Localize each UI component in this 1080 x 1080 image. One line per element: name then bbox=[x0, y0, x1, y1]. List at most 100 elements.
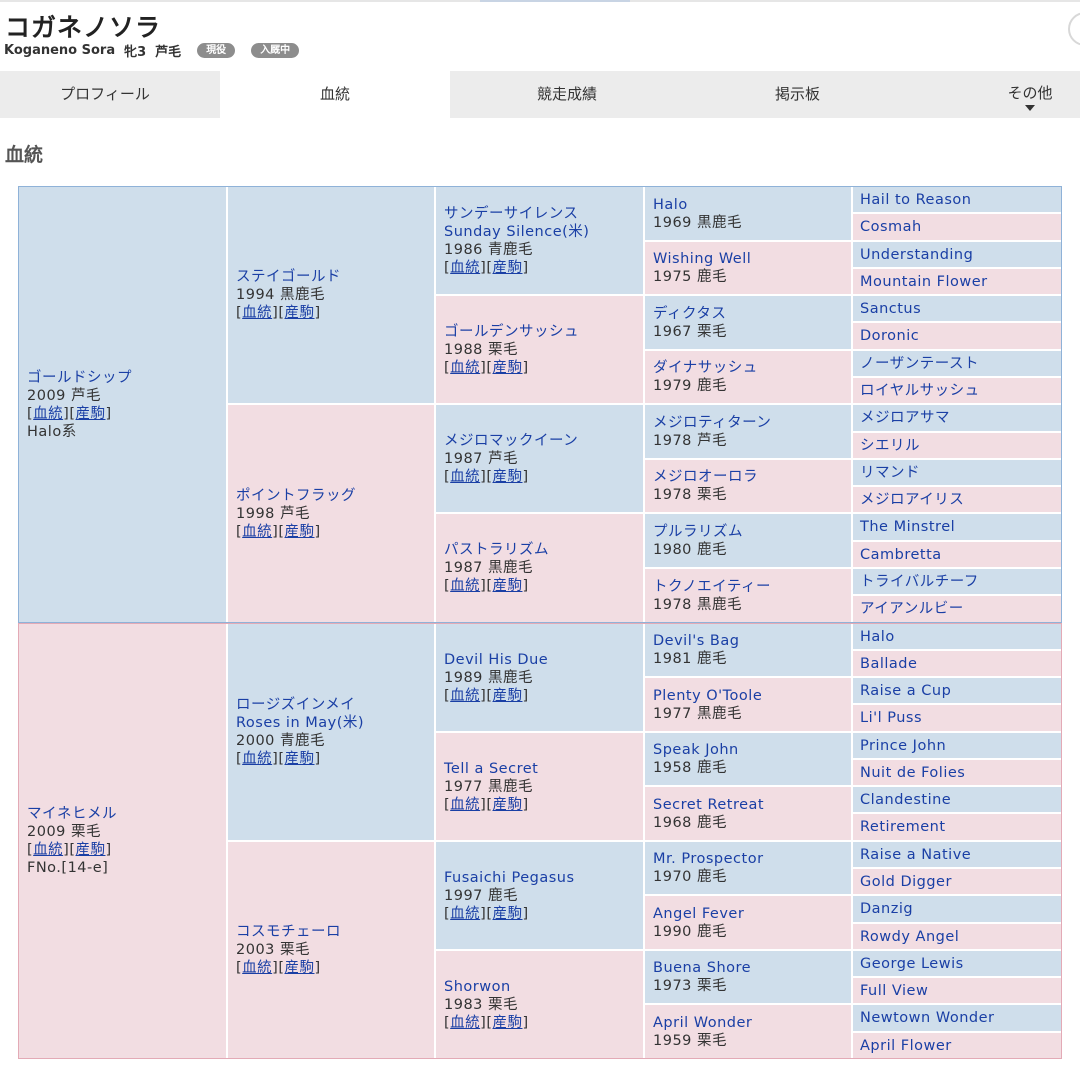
horse-link[interactable]: Doronic bbox=[860, 327, 1057, 345]
horse-link[interactable]: Full View bbox=[860, 982, 1057, 1000]
horse-link[interactable]: Devil His Due bbox=[444, 651, 639, 669]
progeny-link[interactable]: 産駒 bbox=[285, 751, 315, 767]
progeny-link[interactable]: 産駒 bbox=[493, 797, 523, 813]
progeny-link[interactable]: 産駒 bbox=[493, 360, 523, 376]
horse-link[interactable]: Wishing Well bbox=[653, 250, 847, 268]
pedigree-cell-content: Buena Shore 1973 栗毛 bbox=[645, 959, 851, 995]
tab-forum[interactable]: 掲示板 bbox=[690, 71, 905, 118]
horse-link[interactable]: プルラリズム bbox=[653, 523, 847, 541]
horse-link[interactable]: April Flower bbox=[860, 1037, 1057, 1055]
horse-link[interactable]: ディクタス bbox=[653, 305, 847, 323]
horse-link[interactable]: Raise a Cup bbox=[860, 682, 1057, 700]
horse-link[interactable]: Raise a Native bbox=[860, 846, 1057, 864]
horse-link[interactable]: サンデーサイレンス bbox=[444, 205, 639, 223]
horse-link[interactable]: パストラリズム bbox=[444, 541, 639, 559]
progeny-link[interactable]: 産駒 bbox=[285, 960, 315, 976]
horse-link[interactable]: Retirement bbox=[860, 818, 1057, 836]
horse-link[interactable]: Shorwon bbox=[444, 978, 639, 996]
tab-profile[interactable]: プロフィール bbox=[0, 71, 210, 118]
horse-link[interactable]: Li'l Puss bbox=[860, 709, 1057, 727]
horse-link[interactable]: メジロアイリス bbox=[860, 491, 1057, 509]
horse-link[interactable]: Mr. Prospector bbox=[653, 850, 847, 868]
horse-link[interactable]: Devil's Bag bbox=[653, 632, 847, 650]
pedigree-link[interactable]: 血統 bbox=[242, 524, 272, 540]
horse-link[interactable]: アイアンルビー bbox=[860, 600, 1057, 618]
pedigree-link[interactable]: 血統 bbox=[450, 578, 480, 594]
progeny-link[interactable]: 産駒 bbox=[285, 305, 315, 321]
pedigree-link[interactable]: 血統 bbox=[242, 751, 272, 767]
pedigree-link[interactable]: 血統 bbox=[450, 797, 480, 813]
horse-link[interactable]: Prince John bbox=[860, 737, 1057, 755]
horse-link[interactable]: George Lewis bbox=[860, 955, 1057, 973]
horse-link[interactable]: Secret Retreat bbox=[653, 796, 847, 814]
horse-link-alt-name[interactable]: Sunday Silence(米) bbox=[444, 223, 639, 241]
horse-link[interactable]: Rowdy Angel bbox=[860, 928, 1057, 946]
horse-link[interactable]: Speak John bbox=[653, 741, 847, 759]
horse-link[interactable]: ポイントフラッグ bbox=[236, 487, 430, 505]
horse-link-alt-name[interactable]: Roses in May(米) bbox=[236, 714, 430, 732]
pedigree-link[interactable]: 血統 bbox=[33, 842, 63, 858]
horse-link[interactable]: Buena Shore bbox=[653, 959, 847, 977]
horse-link[interactable]: The Minstrel bbox=[860, 518, 1057, 536]
horse-link[interactable]: Hail to Reason bbox=[860, 191, 1057, 209]
horse-link[interactable]: ゴールドシップ bbox=[27, 369, 222, 387]
horse-link[interactable]: Ballade bbox=[860, 655, 1057, 673]
progeny-link[interactable]: 産駒 bbox=[76, 842, 106, 858]
pedigree-link[interactable]: 血統 bbox=[450, 260, 480, 276]
horse-link[interactable]: リマンド bbox=[860, 464, 1057, 482]
progeny-link[interactable]: 産駒 bbox=[76, 406, 106, 422]
horse-link[interactable]: Fusaichi Pegasus bbox=[444, 869, 639, 887]
horse-link[interactable]: ゴールデンサッシュ bbox=[444, 323, 639, 341]
progeny-link[interactable]: 産駒 bbox=[493, 260, 523, 276]
pedigree-link[interactable]: 血統 bbox=[450, 469, 480, 485]
tab-race-results[interactable]: 競走成績 bbox=[457, 71, 677, 118]
pedigree-cell-content: ステイゴールド 1994 黒鹿毛 [血統][産駒] bbox=[228, 268, 434, 322]
progeny-link[interactable]: 産駒 bbox=[493, 1015, 523, 1031]
horse-link[interactable]: メジロアサマ bbox=[860, 409, 1057, 427]
horse-link[interactable]: Clandestine bbox=[860, 791, 1057, 809]
horse-link[interactable]: シエリル bbox=[860, 437, 1057, 455]
pedigree-link[interactable]: 血統 bbox=[450, 1015, 480, 1031]
horse-link[interactable]: Nuit de Folies bbox=[860, 764, 1057, 782]
horse-link[interactable]: ステイゴールド bbox=[236, 268, 430, 286]
horse-link[interactable]: Halo bbox=[860, 628, 1057, 646]
round-action-button[interactable] bbox=[1068, 12, 1080, 46]
pedigree-link[interactable]: 血統 bbox=[450, 688, 480, 704]
horse-link[interactable]: トクノエイティー bbox=[653, 578, 847, 596]
horse-link[interactable]: Cambretta bbox=[860, 546, 1057, 564]
horse-link[interactable]: ダイナサッシュ bbox=[653, 359, 847, 377]
horse-link[interactable]: Plenty O'Toole bbox=[653, 687, 847, 705]
progeny-link[interactable]: 産駒 bbox=[493, 688, 523, 704]
pedigree-link[interactable]: 血統 bbox=[33, 406, 63, 422]
horse-link[interactable]: メジロオーロラ bbox=[653, 468, 847, 486]
horse-link[interactable]: Understanding bbox=[860, 246, 1057, 264]
pedigree-link[interactable]: 血統 bbox=[450, 906, 480, 922]
horse-link[interactable]: Cosmah bbox=[860, 218, 1057, 236]
horse-link[interactable]: Mountain Flower bbox=[860, 273, 1057, 291]
pedigree-link[interactable]: 血統 bbox=[242, 305, 272, 321]
horse-link[interactable]: メジロティターン bbox=[653, 414, 847, 432]
horse-link[interactable]: ロイヤルサッシュ bbox=[860, 382, 1057, 400]
horse-link[interactable]: マイネヒメル bbox=[27, 805, 222, 823]
horse-link[interactable]: ノーザンテースト bbox=[860, 355, 1057, 373]
horse-link[interactable]: Tell a Secret bbox=[444, 760, 639, 778]
horse-link[interactable]: April Wonder bbox=[653, 1014, 847, 1032]
pedigree-link[interactable]: 血統 bbox=[450, 360, 480, 376]
horse-link[interactable]: メジロマックイーン bbox=[444, 432, 639, 450]
progeny-link[interactable]: 産駒 bbox=[493, 469, 523, 485]
progeny-link[interactable]: 産駒 bbox=[493, 906, 523, 922]
pedigree-cell: Tell a Secret 1977 黒鹿毛 [血統][産駒] bbox=[435, 732, 644, 841]
horse-link[interactable]: Halo bbox=[653, 196, 847, 214]
progeny-link[interactable]: 産駒 bbox=[493, 578, 523, 594]
horse-link[interactable]: Danzig bbox=[860, 900, 1057, 918]
horse-link[interactable]: Gold Digger bbox=[860, 873, 1057, 891]
horse-link[interactable]: Angel Fever bbox=[653, 905, 847, 923]
horse-link[interactable]: トライバルチーフ bbox=[860, 573, 1057, 591]
horse-link[interactable]: ロージズインメイ bbox=[236, 696, 430, 714]
progeny-link[interactable]: 産駒 bbox=[285, 524, 315, 540]
horse-link[interactable]: コスモチェーロ bbox=[236, 923, 430, 941]
horse-link[interactable]: Sanctus bbox=[860, 300, 1057, 318]
pedigree-link[interactable]: 血統 bbox=[242, 960, 272, 976]
tab-pedigree[interactable]: 血統 bbox=[220, 71, 450, 118]
horse-link[interactable]: Newtown Wonder bbox=[860, 1009, 1057, 1027]
